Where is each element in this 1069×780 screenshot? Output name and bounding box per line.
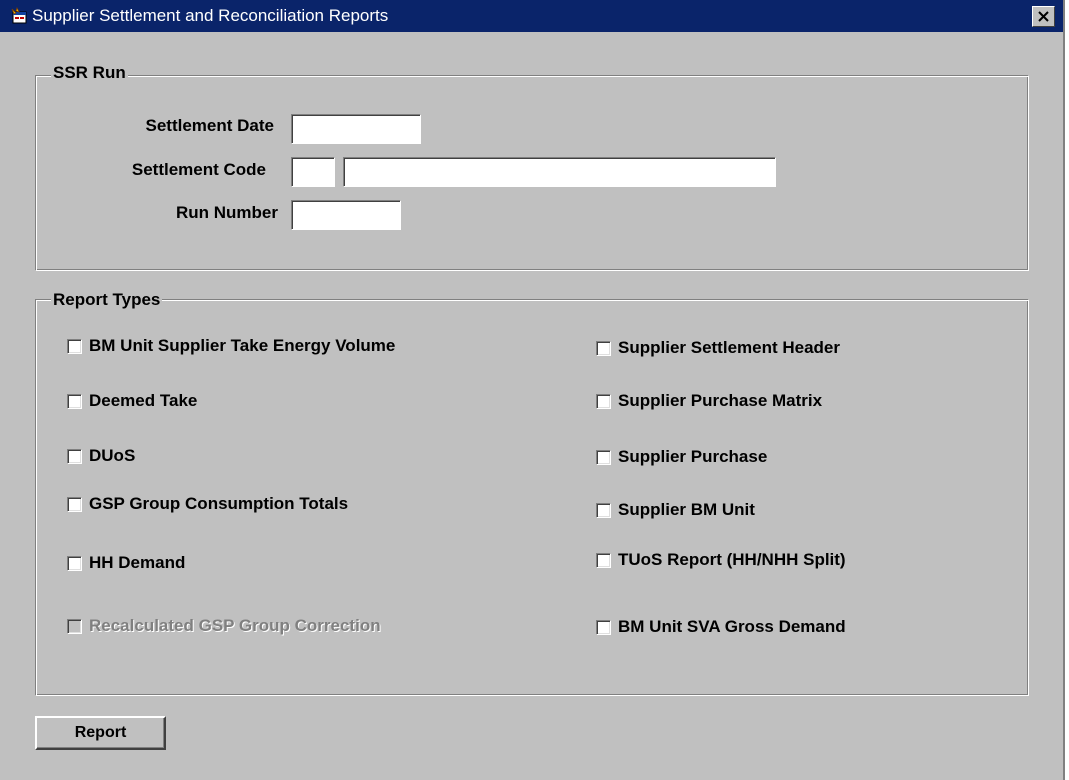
checkbox-label: BM Unit SVA Gross Demand — [618, 617, 846, 636]
close-button[interactable] — [1032, 6, 1055, 27]
settlement-code-description-field[interactable] — [343, 157, 776, 187]
checkbox-label: Deemed Take — [89, 391, 198, 410]
ssr-run-legend: SSR Run — [51, 63, 128, 83]
checkbox-box[interactable] — [67, 449, 82, 464]
settlement-date-label: Settlement Date — [145, 116, 274, 135]
checkbox-box — [67, 619, 82, 634]
checkbox-box[interactable] — [67, 339, 82, 354]
checkbox-label: GSP Group Consumption Totals — [89, 494, 349, 513]
settlement-code-label: Settlement Code — [131, 160, 266, 179]
report-window: Supplier Settlement and Reconciliation R… — [0, 0, 1065, 780]
close-icon — [1038, 11, 1049, 22]
checkbox-box[interactable] — [67, 497, 82, 512]
checkbox-box[interactable] — [67, 394, 82, 409]
report-button[interactable]: Report — [35, 716, 166, 750]
title-bar[interactable]: Supplier Settlement and Reconciliation R… — [0, 0, 1063, 32]
report-types-legend: Report Types — [51, 290, 163, 310]
settlement-date-field[interactable] — [291, 114, 421, 144]
checkbox-box[interactable] — [596, 553, 611, 568]
checkbox-box[interactable] — [596, 450, 611, 465]
checkbox-box[interactable] — [596, 503, 611, 518]
checkbox-label: TUoS Report (HH/NHH Split) — [618, 550, 846, 569]
checkbox-box[interactable] — [596, 394, 611, 409]
checkbox-label: Supplier Settlement Header — [618, 338, 841, 357]
run-number-label: Run Number — [176, 203, 278, 222]
checkbox-box[interactable] — [67, 556, 82, 571]
checkbox-box[interactable] — [596, 620, 611, 635]
checkbox-label: Supplier BM Unit — [618, 500, 755, 519]
checkbox-label: Supplier Purchase — [618, 447, 768, 466]
checkbox-box[interactable] — [596, 341, 611, 356]
application-icon — [10, 6, 28, 25]
checkbox-label: Recalculated GSP Group Correction — [89, 616, 381, 635]
checkbox-label: BM Unit Supplier Take Energy Volume — [89, 336, 396, 355]
run-number-field[interactable] — [291, 200, 401, 230]
window-title: Supplier Settlement and Reconciliation R… — [32, 6, 389, 25]
checkbox-label: Supplier Purchase Matrix — [618, 391, 823, 410]
settlement-code-field[interactable] — [291, 157, 335, 187]
checkbox-label: HH Demand — [89, 553, 186, 572]
checkbox-label: DUoS — [89, 446, 136, 465]
